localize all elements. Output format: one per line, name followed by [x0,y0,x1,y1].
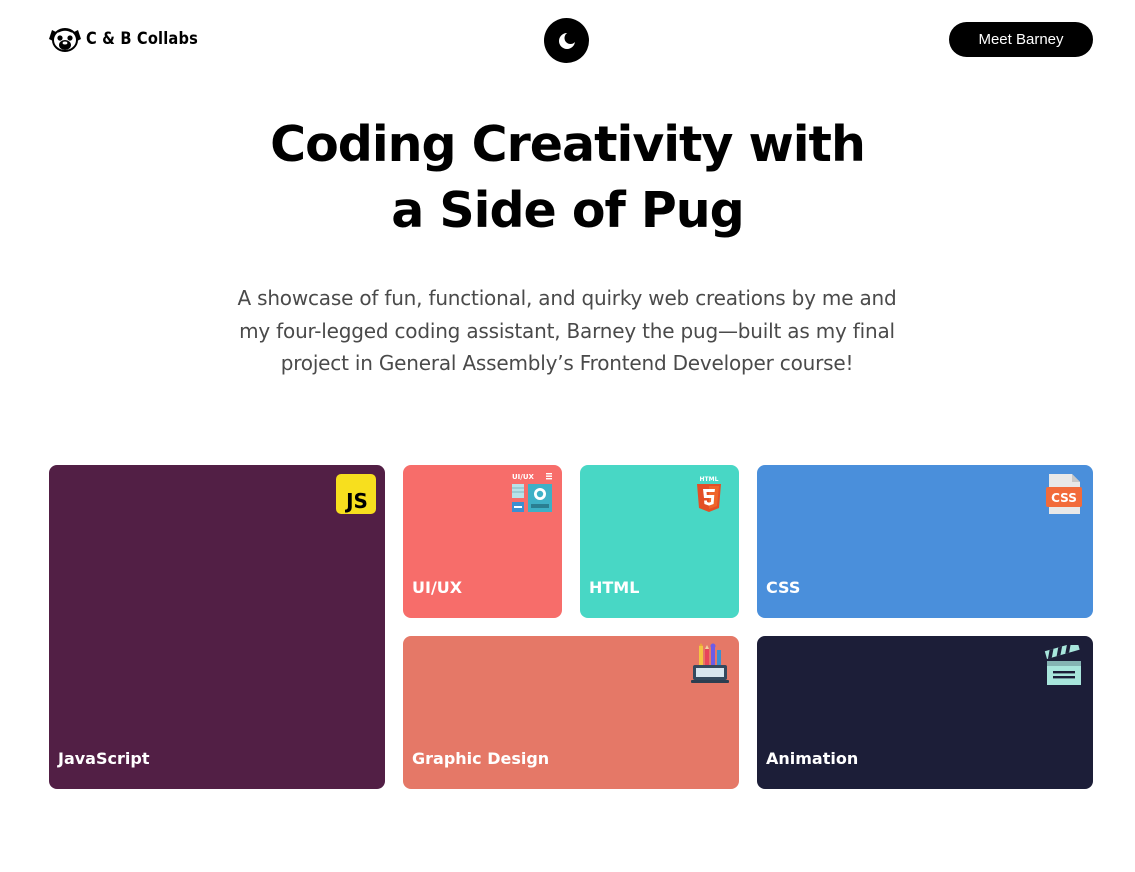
design-tools-icon [691,643,729,683]
hero-title-line-1: Coding Creativity with [270,116,866,173]
tile-animation[interactable]: Animation [757,636,1093,789]
css-file-icon-text: CSS [1051,491,1077,505]
site-logo[interactable]: C & B Collabs [48,24,216,54]
site-header: C & B Collabs Meet Barney [0,0,1135,84]
logo-text: C & B Collabs [86,29,198,49]
tile-javascript[interactable]: JS JavaScript [49,465,385,789]
ui-ux-icon-text: UI/UX [512,473,535,481]
tile-html[interactable]: HTML HTML [580,465,739,618]
tile-label-animation: Animation [766,749,859,768]
tile-label-css: CSS [766,578,801,597]
tile-css[interactable]: CSS CSS [757,465,1093,618]
tile-graphic-design[interactable]: Graphic Design [403,636,739,789]
hero-subtitle: A showcase of fun, functional, and quirk… [237,286,897,375]
meet-barney-button[interactable]: Meet Barney [949,22,1093,57]
javascript-icon: JS [336,474,376,514]
tile-label-graphic-design: Graphic Design [412,749,550,768]
ui-ux-icon: UI/UX [512,473,552,512]
javascript-icon-text: JS [344,489,368,513]
clapperboard-icon [1044,645,1081,685]
theme-toggle-button[interactable] [544,18,589,63]
html5-icon: HTML [697,476,721,512]
html5-icon-text: HTML [700,476,719,483]
hero-title-line-2: a Side of Pug [391,182,745,239]
tile-ui-ux[interactable]: UI/UX UI/UX [403,465,562,618]
hero-title: Coding Creativity with a Side of Pug [0,112,1135,244]
tile-label-javascript: JavaScript [58,749,150,768]
moon-icon [558,31,576,49]
tile-label-html: HTML [589,578,640,597]
css-file-icon: CSS [1046,474,1082,514]
pug-face-icon [49,28,81,52]
tile-label-ui-ux: UI/UX [412,578,463,597]
